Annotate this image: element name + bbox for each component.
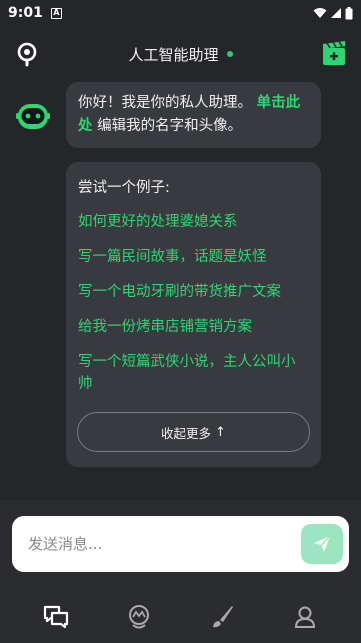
battery-icon [345, 6, 353, 19]
example-item[interactable]: 给我一份烤串店铺营销方案 [78, 316, 309, 338]
brush-icon [213, 605, 234, 627]
explore-icon [128, 604, 149, 628]
status-time: 9:01 [8, 5, 43, 21]
example-item[interactable]: 如何更好的处理婆媳关系 [78, 211, 309, 233]
collapse-more-button[interactable]: 收起更多 ↑ [77, 412, 310, 452]
status-bar: 9:01 A [0, 0, 361, 26]
example-item[interactable]: 写一个电动牙刷的带货推广文案 [78, 281, 309, 303]
assistant-avatar[interactable] [15, 98, 51, 134]
notification-a-icon: A [50, 7, 62, 19]
examples-title: 尝试一个例子: [78, 180, 170, 196]
greeting-text: 你好！我是你的私人助理。 [78, 95, 252, 111]
composer [0, 500, 361, 590]
send-icon [314, 535, 331, 552]
message-input-box [12, 516, 349, 572]
status-icons [313, 6, 353, 20]
send-button[interactable] [301, 524, 343, 564]
collapse-label: 收起更多 [161, 425, 212, 441]
wifi-icon [313, 8, 327, 18]
tab-profile[interactable] [288, 600, 322, 634]
example-item[interactable]: 写一个短篇武侠小说，主人公叫小帅 [78, 351, 309, 395]
example-item[interactable]: 写一篇民间故事，话题是妖怪 [78, 246, 309, 268]
new-chat-icon[interactable] [321, 41, 347, 67]
bottom-tab-bar [0, 590, 361, 643]
page-title: 人工智能助理 [128, 45, 219, 64]
greeting-text-after: 编辑我的名字和头像。 [97, 118, 243, 134]
online-status-dot [226, 51, 233, 57]
chat-icon [43, 605, 68, 628]
examples-list: 如何更好的处理婆媳关系 写一篇民间故事，话题是妖怪 写一个电动牙刷的带货推广文案… [78, 211, 309, 395]
arrow-up-icon: ↑ [215, 424, 226, 440]
profile-icon [295, 606, 316, 628]
signal-icon [331, 8, 341, 18]
tab-paint[interactable] [205, 600, 239, 634]
bulb-icon[interactable] [14, 41, 40, 67]
tab-chat[interactable] [39, 600, 73, 634]
tab-explore[interactable] [122, 600, 156, 634]
examples-bubble: 尝试一个例子: 如何更好的处理婆媳关系 写一篇民间故事，话题是妖怪 写一个电动牙… [66, 162, 321, 467]
message-input[interactable] [28, 535, 278, 553]
greeting-bubble: 你好！我是你的私人助理。 单击此处 编辑我的名字和头像。 [66, 82, 321, 148]
chat-header: 人工智能助理 [0, 34, 361, 74]
